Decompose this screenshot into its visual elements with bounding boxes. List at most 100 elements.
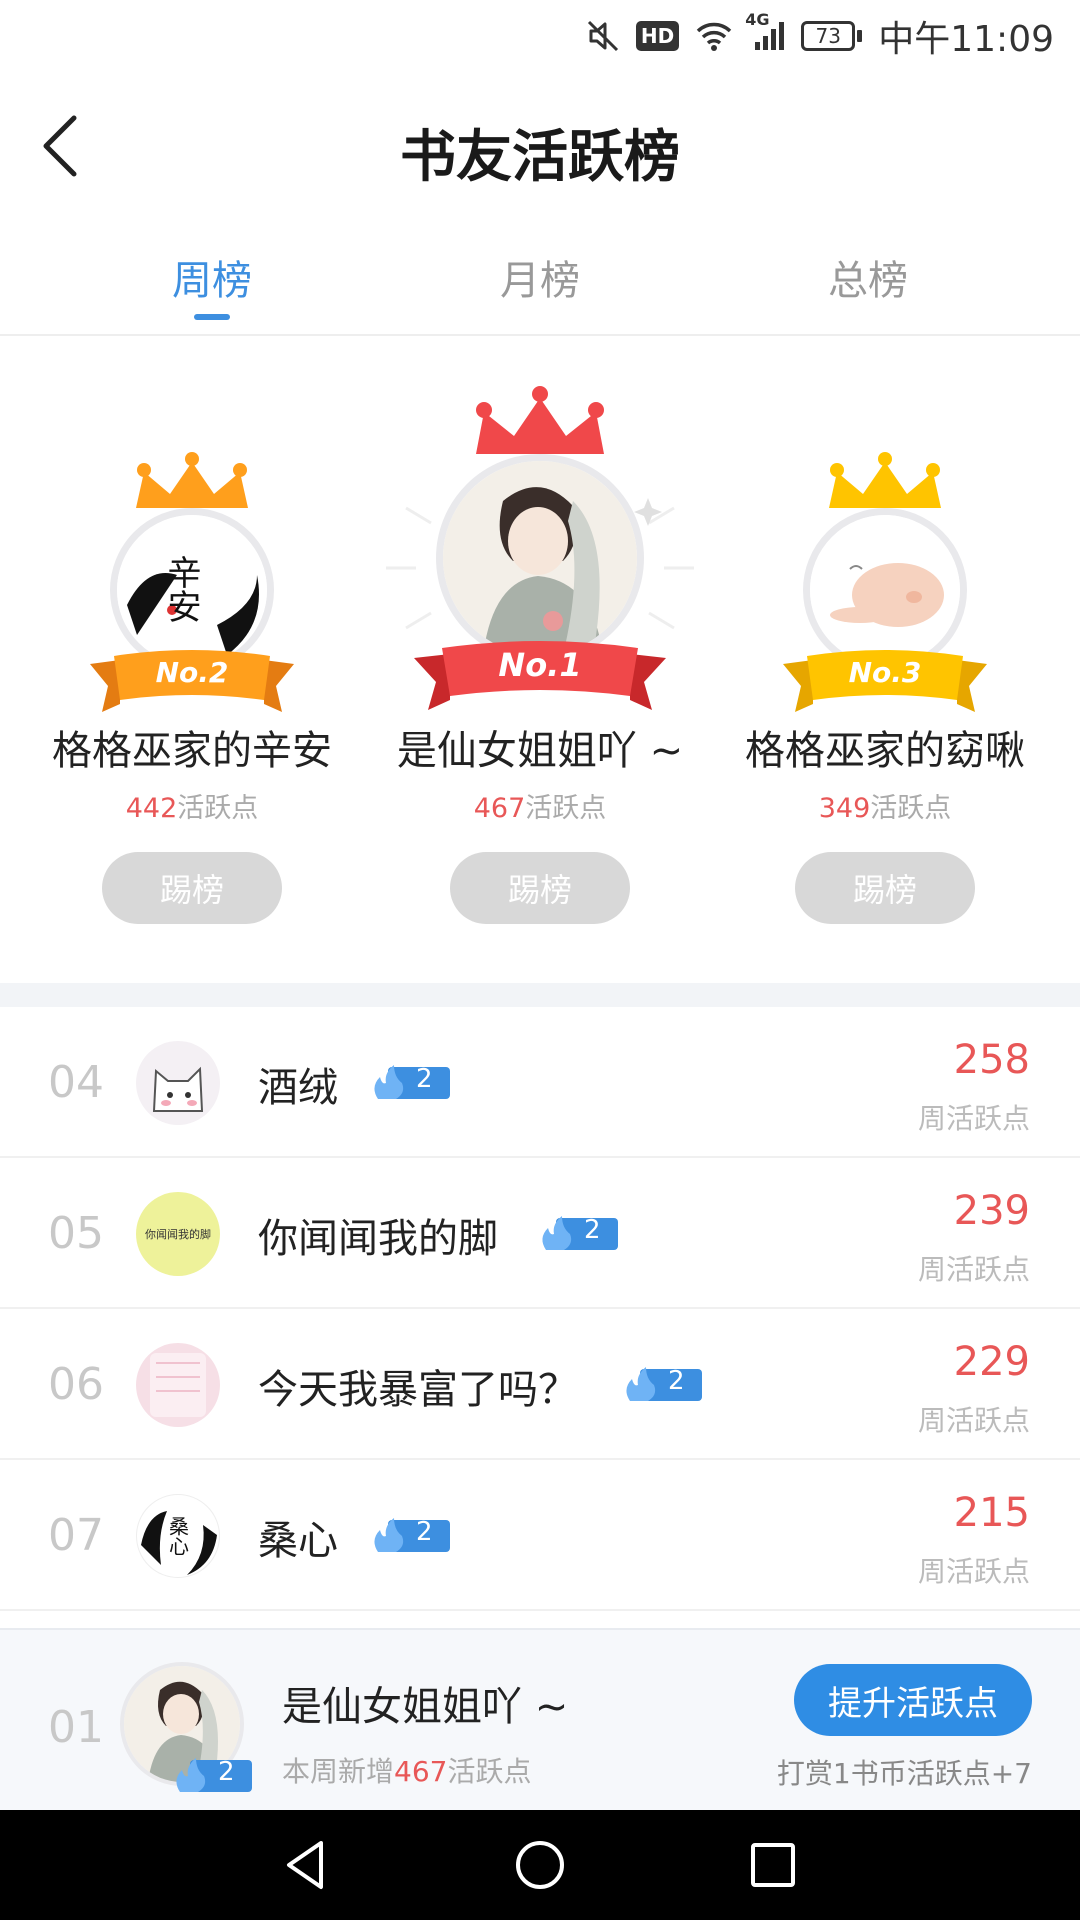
user-name: 酒绒 (258, 1065, 338, 1111)
podium-points: 467活跃点 (370, 786, 710, 825)
level-badge: 2 (370, 1516, 450, 1554)
points-unit: 活跃点 (525, 793, 607, 824)
list-item[interactable]: 06 今天我暴富了吗？ 2 229 周活跃点 (0, 1309, 1080, 1460)
level-number: 2 (416, 1517, 433, 1547)
kick-button[interactable]: 踢榜 (102, 852, 282, 924)
avatar-calligraphy: 桑心 (165, 1516, 190, 1556)
wifi-icon (695, 20, 733, 52)
rank-list: 04 酒绒 2 258 周活跃点 05 你闻闻我的脚 你闻闻我的脚 2 239 … (0, 1007, 1080, 1611)
user-name: 今天我暴富了吗？ (258, 1367, 578, 1413)
avatar-illustration-image (443, 461, 637, 655)
list-item[interactable]: 07 桑心 桑心 2 215 周活跃点 (0, 1460, 1080, 1611)
score-value: 239 (953, 1188, 1030, 1234)
my-rank-bar: 01 2 是仙女姐姐吖 ~ 本周新增467活跃点 提升活跃点 打赏1书币活跃点+… (0, 1628, 1080, 1810)
avatar-calligraphy: 辛安 (161, 555, 201, 623)
rank-number: 05 (48, 1208, 104, 1259)
cell-signal-icon: 4G (745, 10, 785, 52)
points-unit: 活跃点 (177, 793, 259, 824)
avatar[interactable] (136, 1041, 220, 1125)
level-number: 2 (584, 1215, 601, 1245)
score-value: 229 (953, 1339, 1030, 1385)
mute-icon (586, 19, 620, 53)
gain-suffix: 活跃点 (447, 1755, 532, 1788)
level-badge: 2 (622, 1365, 702, 1403)
avatar-pig-image (810, 515, 960, 665)
score-label: 周活跃点 (917, 1555, 1030, 1588)
nav-recents-button[interactable] (733, 1825, 813, 1905)
points-value: 442 (125, 793, 178, 824)
score-value: 258 (953, 1037, 1030, 1083)
hd-icon: HD (635, 21, 680, 51)
tab-monthly[interactable]: 月榜 (440, 248, 640, 306)
podium-name: 是仙女姐姐吖 ~ (396, 728, 684, 774)
header: 书友活跃榜 (0, 72, 1080, 222)
kick-button[interactable]: 踢榜 (450, 852, 630, 924)
level-number: 2 (218, 1757, 235, 1787)
points-value: 467 (473, 793, 526, 824)
boost-note: 打赏1书币活跃点+7 (776, 1757, 1032, 1790)
status-time: 中午11:09 (878, 19, 1054, 60)
score-value: 215 (953, 1490, 1030, 1536)
battery-icon: 73 (801, 21, 863, 51)
level-number: 2 (416, 1064, 433, 1094)
user-name: 你闻闻我的脚 (258, 1216, 498, 1262)
rank-label: No.2 (155, 656, 229, 689)
tab-active-indicator (194, 314, 230, 320)
gain-prefix: 本周新增 (282, 1755, 395, 1788)
my-weekly-gain: 本周新增467活跃点 (282, 1750, 531, 1790)
podium-name: 格格巫家的辛安 (52, 728, 332, 774)
score-label: 周活跃点 (917, 1102, 1030, 1135)
square-recents-icon (751, 1843, 796, 1887)
tab-weekly[interactable]: 周榜 (112, 248, 312, 306)
system-nav-bar (0, 1810, 1080, 1920)
triangle-back-icon (286, 1841, 323, 1889)
avatar[interactable]: 你闻闻我的脚 (136, 1192, 220, 1276)
kick-button[interactable]: 踢榜 (795, 852, 975, 924)
user-name: 桑心 (258, 1518, 338, 1564)
avatar-pink-image (136, 1343, 220, 1427)
nav-back-button[interactable] (267, 1825, 347, 1905)
rank-number: 06 (48, 1359, 104, 1410)
section-divider (0, 983, 1080, 1007)
gain-points: 467 (394, 1755, 448, 1788)
avatar[interactable] (136, 1343, 220, 1427)
level-number: 2 (668, 1366, 685, 1396)
score-label: 周活跃点 (917, 1253, 1030, 1286)
circle-home-icon (515, 1841, 564, 1889)
rank-label: No.1 (498, 646, 582, 684)
list-item[interactable]: 05 你闻闻我的脚 你闻闻我的脚 2 239 周活跃点 (0, 1158, 1080, 1309)
score-label: 周活跃点 (917, 1404, 1030, 1437)
level-badge: 2 (370, 1063, 450, 1101)
points-value: 349 (818, 793, 871, 824)
flame-level-icon (542, 1216, 618, 1250)
podium-name: 格格巫家的窈啾 (745, 728, 1025, 774)
list-item[interactable]: 04 酒绒 2 258 周活跃点 (0, 1007, 1080, 1158)
avatar[interactable]: 桑心 (136, 1494, 220, 1578)
network-type: 4G (745, 10, 770, 29)
rank-number: 07 (48, 1510, 104, 1561)
podium-points: 442活跃点 (22, 786, 362, 825)
rank-number: 04 (48, 1057, 104, 1108)
points-unit: 活跃点 (870, 793, 952, 824)
flame-level-icon (374, 1518, 450, 1552)
nav-home-button[interactable] (500, 1825, 580, 1905)
avatar-cat-image (136, 1041, 220, 1125)
my-rank-number: 01 (48, 1702, 104, 1753)
level-badge: 2 (172, 1756, 252, 1794)
flame-level-icon (374, 1065, 450, 1099)
rank-label: No.3 (848, 656, 922, 689)
tab-total[interactable]: 总榜 (768, 248, 968, 306)
top-three-podium: 辛安 No.2 格格巫家的辛安 442活跃点 踢榜 No.1 是仙女姐姐吖 ~ … (0, 338, 1080, 983)
podium-avatar[interactable] (436, 454, 644, 662)
flame-level-icon (176, 1758, 252, 1792)
level-badge: 2 (538, 1214, 618, 1252)
tab-bar: 周榜 月榜 总榜 (0, 232, 1080, 336)
crown-icon (476, 386, 604, 454)
podium-points: 349活跃点 (715, 786, 1055, 825)
battery-level: 73 (801, 21, 856, 51)
my-name: 是仙女姐姐吖 ~ (282, 1684, 569, 1730)
boost-activity-button[interactable]: 提升活跃点 (794, 1664, 1032, 1736)
flame-level-icon (626, 1367, 702, 1401)
status-bar: HD 4G 73 中午11:09 (0, 0, 1080, 72)
page-title: 书友活跃榜 (400, 124, 680, 190)
